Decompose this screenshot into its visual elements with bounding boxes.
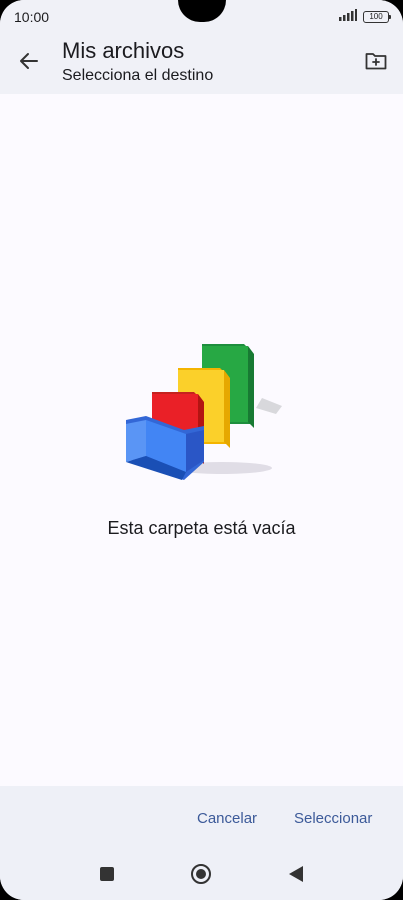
signal-icon bbox=[339, 8, 357, 26]
arrow-back-icon bbox=[19, 51, 39, 76]
main-content: Esta carpeta está vacía bbox=[0, 94, 403, 786]
empty-folders-illustration bbox=[122, 340, 284, 482]
back-triangle-icon bbox=[288, 865, 304, 888]
create-new-folder-icon bbox=[365, 51, 387, 76]
status-icons: 100 bbox=[339, 8, 391, 26]
new-folder-button[interactable] bbox=[359, 46, 393, 80]
nav-home-button[interactable] bbox=[189, 863, 213, 890]
nav-back-button[interactable] bbox=[284, 864, 308, 888]
nav-recents-button[interactable] bbox=[95, 864, 119, 888]
page-title: Mis archivos bbox=[62, 38, 185, 63]
page-subtitle: Selecciona el destino bbox=[62, 67, 214, 84]
back-button[interactable] bbox=[12, 46, 46, 80]
recents-icon bbox=[99, 866, 115, 887]
status-bar: 10:00 100 bbox=[0, 0, 403, 34]
battery-icon: 100 bbox=[363, 11, 391, 23]
action-bar: Cancelar Seleccionar bbox=[0, 786, 403, 900]
app-header: Mis archivos Selecciona el destino bbox=[0, 34, 403, 94]
camera-notch bbox=[178, 0, 226, 22]
select-button[interactable]: Seleccionar bbox=[294, 810, 372, 827]
empty-folder-message: Esta carpeta está vacía bbox=[107, 518, 296, 538]
home-icon bbox=[190, 863, 212, 890]
screen: 10:00 100 Mis archivos Selecciona el des… bbox=[0, 0, 403, 900]
cancel-button[interactable]: Cancelar bbox=[197, 810, 257, 827]
status-time: 10:00 bbox=[14, 9, 50, 25]
